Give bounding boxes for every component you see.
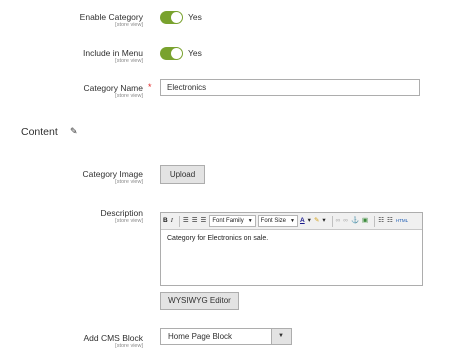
category-image-label: Category Image [store view] xyxy=(82,169,143,185)
font-family-select[interactable]: Font Family ▼ xyxy=(209,215,256,227)
toolbar-divider xyxy=(178,215,180,227)
category-name-input[interactable]: Electronics xyxy=(160,79,420,96)
enable-category-value: Yes xyxy=(188,12,202,22)
align-left-icon[interactable]: ☰ xyxy=(183,216,189,226)
pencil-icon[interactable]: ✎ xyxy=(70,126,78,137)
include-in-menu-toggle[interactable] xyxy=(160,47,183,60)
cms-block-select[interactable]: Home Page Block ▼ xyxy=(160,328,292,345)
align-center-icon[interactable]: ☰ xyxy=(192,216,198,226)
bold-button[interactable]: B xyxy=(163,216,168,226)
select-arrow[interactable]: ▼ xyxy=(271,329,291,344)
image-icon[interactable]: ▣ xyxy=(362,216,368,226)
numbered-list-icon[interactable]: ☷ xyxy=(387,216,393,226)
cms-block-label: Add CMS Block [store view] xyxy=(83,333,143,349)
toggle-knob xyxy=(171,48,182,59)
toolbar-divider xyxy=(374,215,376,227)
toolbar-divider xyxy=(331,215,333,227)
html-source-button[interactable]: HTML xyxy=(396,216,408,226)
link-icon[interactable]: ∞ xyxy=(336,216,341,226)
editor-toolbar: B I ☰ ☰ ☰ Font Family ▼ Font Size ▼ A ▾ ✎ … xyxy=(161,213,422,230)
chevron-down-icon[interactable]: ▾ xyxy=(322,216,325,226)
font-size-select[interactable]: Font Size ▼ xyxy=(257,215,298,227)
description-text[interactable]: Category for Electronics on sale. xyxy=(161,230,422,247)
enable-category-label: Enable Category [store view] xyxy=(79,12,143,28)
wysiwyg-editor-button[interactable]: WYSIWYG Editor xyxy=(160,292,239,310)
anchor-icon[interactable]: ⚓ xyxy=(351,216,359,226)
description-label: Description [store view] xyxy=(100,208,143,224)
chevron-down-icon[interactable]: ▾ xyxy=(308,216,311,226)
unlink-icon[interactable]: ∞ xyxy=(343,216,348,226)
enable-category-toggle[interactable] xyxy=(160,11,183,24)
description-editor[interactable]: B I ☰ ☰ ☰ Font Family ▼ Font Size ▼ A ▾ ✎ … xyxy=(160,212,423,286)
upload-button[interactable]: Upload xyxy=(160,165,205,184)
chevron-down-icon: ▼ xyxy=(247,218,253,224)
include-in-menu-label: Include in Menu [store view] xyxy=(82,48,143,64)
align-right-icon[interactable]: ☰ xyxy=(201,216,207,226)
category-name-label: Category Name [store view] xyxy=(83,83,143,99)
include-in-menu-value: Yes xyxy=(188,48,202,58)
italic-button[interactable]: I xyxy=(171,216,173,226)
chevron-down-icon: ▼ xyxy=(290,218,295,224)
required-marker: * xyxy=(148,82,152,92)
font-color-button[interactable]: A xyxy=(300,216,305,226)
bullet-list-icon[interactable]: ☷ xyxy=(378,216,384,226)
toggle-knob xyxy=(171,12,182,23)
chevron-down-icon: ▼ xyxy=(278,333,284,339)
content-section-title[interactable]: Content xyxy=(21,126,58,138)
highlight-color-icon[interactable]: ✎ xyxy=(314,216,319,226)
